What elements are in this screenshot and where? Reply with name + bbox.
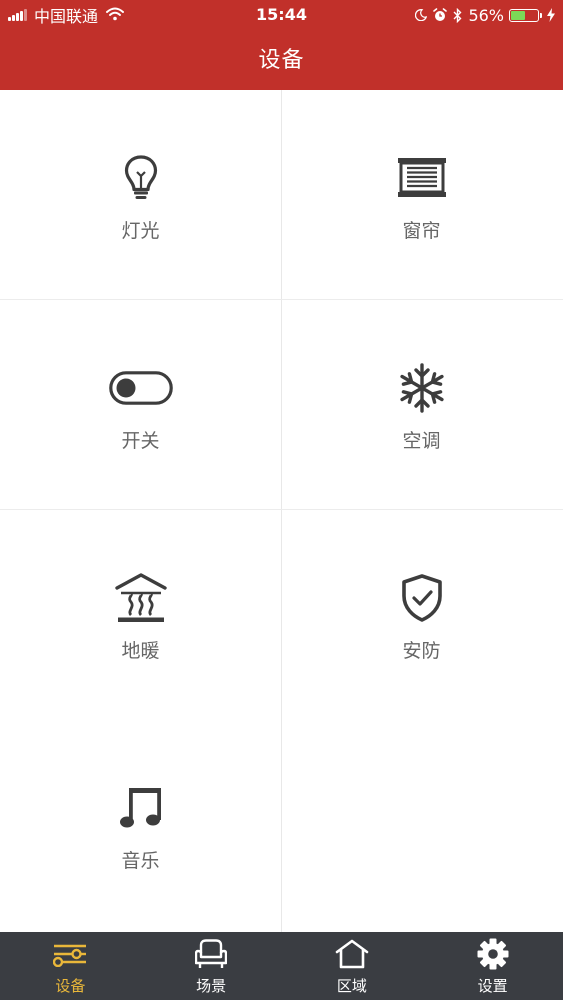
- device-tile-security[interactable]: 安防: [281, 510, 562, 720]
- device-label: 灯光: [121, 220, 160, 242]
- charging-bolt-icon: [547, 8, 555, 22]
- toggle-switch-icon: [108, 362, 173, 414]
- bluetooth-icon: [453, 7, 462, 23]
- battery-percent: 56%: [468, 5, 504, 25]
- battery-level: [511, 10, 525, 20]
- tab-scenes[interactable]: 场景: [141, 932, 282, 1000]
- lightbulb-icon: [123, 152, 159, 204]
- moon-icon: [415, 9, 428, 21]
- status-bar: 中国联通 15:44 56%: [0, 0, 563, 30]
- app-header: 中国联通 15:44 56% 设备: [0, 0, 563, 90]
- status-right: 56%: [415, 5, 555, 25]
- sliders-icon: [53, 937, 87, 971]
- device-label: 窗帘: [402, 220, 441, 242]
- tab-zones[interactable]: 区域: [282, 932, 423, 1000]
- tab-devices[interactable]: 设备: [0, 932, 141, 1000]
- device-label: 地暖: [121, 640, 160, 662]
- device-tile-curtain[interactable]: 窗帘: [281, 90, 562, 300]
- tab-settings[interactable]: 设置: [422, 932, 563, 1000]
- device-tile-lighting[interactable]: 灯光: [0, 90, 281, 300]
- device-tile-music[interactable]: 音乐: [0, 720, 281, 930]
- tab-label: 场景: [196, 977, 227, 995]
- page-title: 设备: [258, 48, 305, 73]
- floor-heating-icon: [114, 572, 168, 624]
- snowflake-icon: [397, 362, 447, 414]
- shield-check-icon: [400, 572, 444, 624]
- gear-icon: [477, 937, 509, 971]
- device-grid: 灯光 窗帘 开关 空调 地暖 安防 音乐: [0, 90, 563, 932]
- tab-label: 区域: [336, 977, 367, 995]
- device-label: 安防: [402, 640, 441, 662]
- device-label: 音乐: [121, 850, 160, 872]
- alarm-clock-icon: [433, 8, 448, 22]
- bottom-tab-bar: 设备 场景 区域 设置: [0, 932, 563, 1000]
- device-label: 开关: [121, 430, 160, 452]
- battery-icon: [509, 8, 542, 22]
- curtain-icon: [397, 152, 446, 204]
- device-tile-switch[interactable]: 开关: [0, 300, 281, 510]
- device-tile-air-conditioning[interactable]: 空调: [281, 300, 562, 510]
- tab-label: 设置: [477, 977, 508, 995]
- tab-label: 设备: [55, 977, 86, 995]
- device-tile-floor-heating[interactable]: 地暖: [0, 510, 281, 720]
- device-label: 空调: [402, 430, 441, 452]
- armchair-icon: [195, 937, 228, 971]
- music-note-icon: [119, 782, 163, 834]
- house-icon: [335, 937, 369, 971]
